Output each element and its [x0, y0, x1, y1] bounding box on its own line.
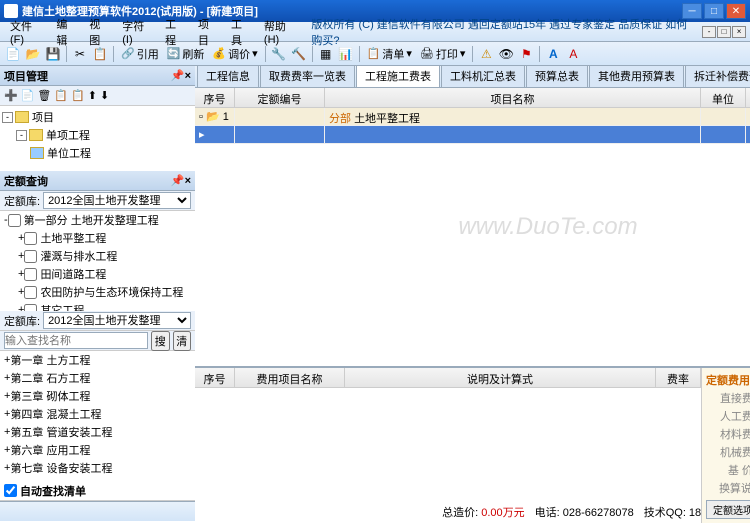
new-icon[interactable]: 📄: [4, 45, 22, 63]
mdi-restore-button[interactable]: □: [717, 26, 731, 38]
menu-copyright: 版权所有 (C) 建信软件有限公司 遇回定额站15年 遇过专家鉴定 品质保证 如…: [305, 16, 702, 48]
price-button[interactable]: 💰调价▾: [209, 46, 260, 62]
pin-icon[interactable]: 📌: [171, 69, 185, 82]
panel-close-icon[interactable]: ×: [185, 175, 191, 187]
chk-item[interactable]: +第四章 混凝土工程: [0, 405, 195, 423]
tree-item[interactable]: -单项工程: [2, 126, 193, 144]
quota-query-header: 定额查询 📌 ×: [0, 171, 195, 191]
tree-root[interactable]: -项目: [2, 108, 193, 126]
open-icon[interactable]: 📂: [24, 45, 42, 63]
tool-icon[interactable]: 🔧: [270, 45, 288, 63]
lib-select[interactable]: 2012全国土地开发整理: [43, 192, 191, 209]
tab-budget[interactable]: 预算总表: [526, 66, 588, 87]
cost-panel: « » 定额费用 直接费:▾ 人工费:▾ 材料费:▾ 机械费:▾ 基 价: 换算…: [701, 368, 750, 523]
search-button[interactable]: 搜: [151, 331, 170, 351]
copy-icon[interactable]: 📋: [91, 45, 109, 63]
project-panel-header: 项目管理 📌 ×: [0, 66, 195, 86]
lib2-label: 定额库:: [4, 313, 40, 329]
table-icon[interactable]: ▦: [317, 45, 335, 63]
tab-material[interactable]: 工料机汇总表: [441, 66, 525, 87]
project-toolbar: ➕ 📄 🗑 📋 📋 ⬆ ⬇: [0, 86, 195, 106]
eye-icon[interactable]: 👁: [497, 45, 515, 63]
tab-construction[interactable]: 工程施工费表: [356, 66, 440, 87]
quote-button[interactable]: 🔗引用: [118, 46, 162, 62]
mdi-min-button[interactable]: -: [702, 26, 716, 38]
panel-close-icon[interactable]: ×: [185, 70, 191, 82]
chk-item[interactable]: +第一章 土方工程: [0, 351, 195, 369]
grid-header: 序号 定额编号 项目名称 单位 工程数量 单价 合价: [195, 88, 750, 108]
chk-item[interactable]: +第五章 管道安装工程: [0, 423, 195, 441]
down-icon[interactable]: ⬇: [100, 89, 109, 102]
search-input[interactable]: [4, 332, 148, 349]
flag-icon[interactable]: ⚑: [517, 45, 535, 63]
quota-lib-tree[interactable]: +第一章 土方工程 +第二章 石方工程 +第三章 砌体工程 +第四章 混凝土工程…: [0, 351, 195, 481]
tab-info[interactable]: 工程信息: [197, 66, 259, 87]
project-tree[interactable]: -项目 -单项工程 单位工程: [0, 106, 195, 171]
add2-icon[interactable]: 📄: [21, 89, 35, 102]
chk-item[interactable]: +第七章 设备安装工程: [0, 459, 195, 477]
menu-view[interactable]: 视图: [83, 16, 116, 48]
bold-icon[interactable]: A: [544, 45, 562, 63]
cost-title: 定额费用: [706, 372, 750, 388]
auto-find-checkbox[interactable]: [4, 482, 17, 499]
print-button[interactable]: 🖨打印▾: [417, 46, 469, 62]
chk-item[interactable]: +其它工程: [0, 301, 195, 311]
app-icon: [4, 4, 18, 18]
pin-icon[interactable]: 📌: [171, 174, 185, 187]
warn-icon[interactable]: ⚠: [477, 45, 495, 63]
tab-compensation[interactable]: 拆迁补偿费预算表: [685, 66, 750, 87]
save-icon[interactable]: 💾: [44, 45, 62, 63]
paste-icon[interactable]: 📋: [71, 89, 85, 102]
menu-eng[interactable]: 工程: [159, 16, 192, 48]
quota-category-tree[interactable]: -第一部分 土地开发整理工程 +土地平整工程 +灌溉与排水工程 +田间道路工程 …: [0, 211, 195, 311]
clear-button[interactable]: 清: [173, 331, 192, 351]
chk-item[interactable]: +第二章 石方工程: [0, 369, 195, 387]
list-button[interactable]: 📋清单▾: [364, 46, 415, 62]
main-grid[interactable]: 序号 定额编号 项目名称 单位 工程数量 单价 合价 ▫ 📂 1 分部 土地平整…: [195, 88, 750, 366]
menu-help[interactable]: 帮助(H): [258, 18, 306, 46]
menu-bar: 文件(F) 编辑 视图 字符(I) 工程 项目 工具 帮助(H) 版权所有 (C…: [0, 22, 750, 42]
color-icon[interactable]: A: [564, 45, 582, 63]
grid-row[interactable]: ▫ 📂 1 分部 土地平整工程 0.00: [195, 108, 750, 126]
refresh-button[interactable]: 🔄刷新: [164, 46, 208, 62]
tree-item[interactable]: 单位工程: [2, 144, 193, 162]
main-tabs: 工程信息 取费费率一览表 工程施工费表 工料机汇总表 预算总表 其他费用预算表 …: [195, 66, 750, 88]
grid-row-selected[interactable]: ▸: [195, 126, 750, 144]
chk-item[interactable]: +第六章 应用工程: [0, 441, 195, 459]
chk-item[interactable]: +第三章 砌体工程: [0, 387, 195, 405]
chart-icon[interactable]: 📊: [337, 45, 355, 63]
menu-char[interactable]: 字符(I): [116, 18, 159, 46]
auto-find-label: 自动查找清单: [20, 483, 86, 499]
tab-fee[interactable]: 取费费率一览表: [260, 66, 355, 87]
del-icon[interactable]: 🗑: [37, 89, 51, 102]
cut-icon[interactable]: ✂: [71, 45, 89, 63]
chk-item[interactable]: -第一部分 土地开发整理工程: [0, 211, 195, 229]
menu-edit[interactable]: 编辑: [50, 16, 83, 48]
add-icon[interactable]: ➕: [4, 89, 18, 102]
copy-icon[interactable]: 📋: [54, 89, 68, 102]
lib2-select[interactable]: 2012全国土地开发整理: [43, 312, 191, 329]
maximize-button[interactable]: □: [704, 3, 724, 19]
chk-item[interactable]: +土地平整工程: [0, 229, 195, 247]
option-button[interactable]: 定额选项: [706, 500, 750, 519]
watermark: www.DuoTe.com: [458, 213, 637, 241]
tab-other[interactable]: 其他费用预算表: [589, 66, 684, 87]
mdi-close-button[interactable]: ×: [732, 26, 746, 38]
up-icon[interactable]: ⬆: [88, 89, 97, 102]
chk-item[interactable]: +灌溉与排水工程: [0, 247, 195, 265]
close-button[interactable]: ✕: [726, 3, 746, 19]
chk-item[interactable]: +农田防护与生态环境保持工程: [0, 283, 195, 301]
menu-tools[interactable]: 工具: [225, 16, 258, 48]
detail-grid-header: 序号 费用项目名称 说明及计算式 费率: [195, 368, 701, 388]
chk-item[interactable]: +田间道路工程: [0, 265, 195, 283]
menu-file[interactable]: 文件(F): [4, 18, 50, 46]
tool2-icon[interactable]: 🔨: [290, 45, 308, 63]
menu-proj[interactable]: 项目: [192, 16, 225, 48]
lib-label: 定额库:: [4, 193, 40, 209]
